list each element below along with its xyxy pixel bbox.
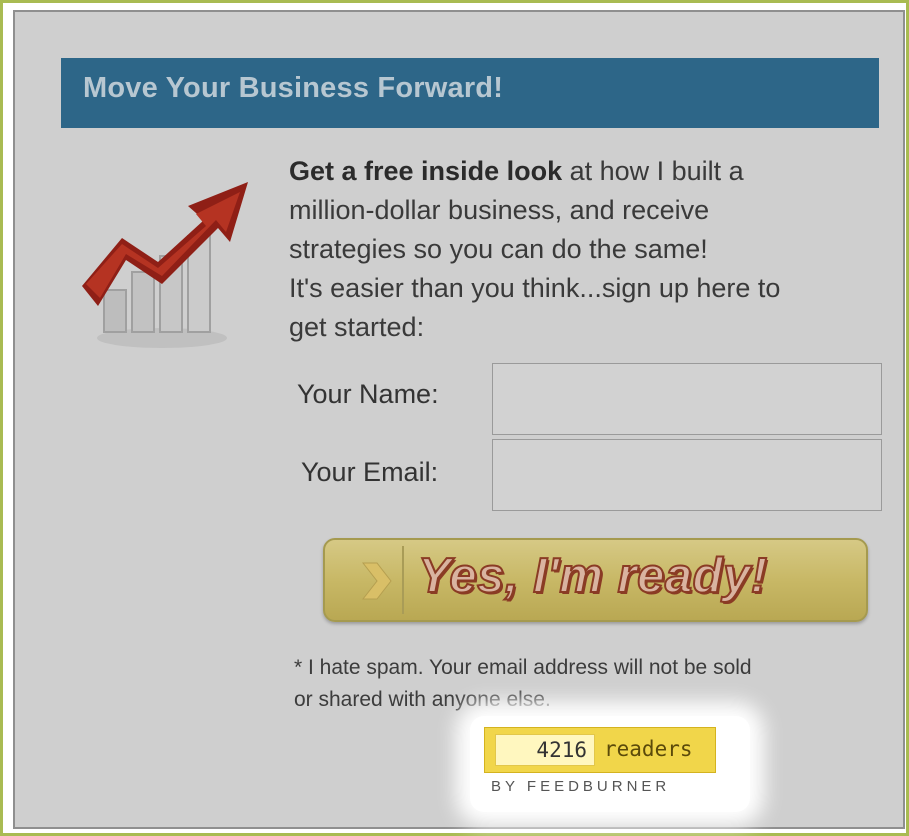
widget-frame: Move Your Business Forward! Get a free i… — [0, 0, 909, 836]
growth-chart-icon — [70, 160, 255, 360]
spam-disclaimer: * I hate spam. Your email address will n… — [294, 652, 894, 716]
disclaimer-line1: * I hate spam. Your email address will n… — [294, 656, 752, 679]
promo-line2: million-dollar business, and receive — [289, 195, 710, 225]
email-field[interactable] — [492, 439, 882, 511]
signup-panel: Move Your Business Forward! Get a free i… — [13, 10, 905, 829]
promo-line5: get started: — [289, 312, 425, 342]
submit-button-label: Yes, I'm ready! — [417, 548, 768, 604]
feedburner-badge[interactable]: 4216 readers — [484, 727, 716, 773]
promo-bold-lead: Get a free inside look — [289, 156, 563, 186]
reader-unit: readers — [604, 737, 693, 761]
reader-count: 4216 — [495, 734, 595, 766]
name-field[interactable] — [492, 363, 882, 435]
header-title: Move Your Business Forward! — [83, 72, 504, 104]
cta-divider — [402, 546, 404, 614]
header-bar: Move Your Business Forward! — [61, 58, 879, 128]
submit-button[interactable]: Yes, I'm ready! — [323, 538, 868, 622]
chevron-right-icon — [361, 562, 392, 600]
name-label: Your Name: — [297, 379, 439, 409]
disclaimer-line2: or shared with anyone else. — [294, 688, 551, 711]
promo-line1: at how I built a — [562, 156, 744, 186]
promo-text: Get a free inside look at how I built a … — [289, 152, 889, 347]
email-label: Your Email: — [301, 457, 439, 487]
promo-line3: strategies so you can do the same! — [289, 234, 708, 264]
promo-line4: It's easier than you think...sign up her… — [289, 273, 781, 303]
feedburner-byline: BY FEEDBURNER — [491, 778, 671, 795]
